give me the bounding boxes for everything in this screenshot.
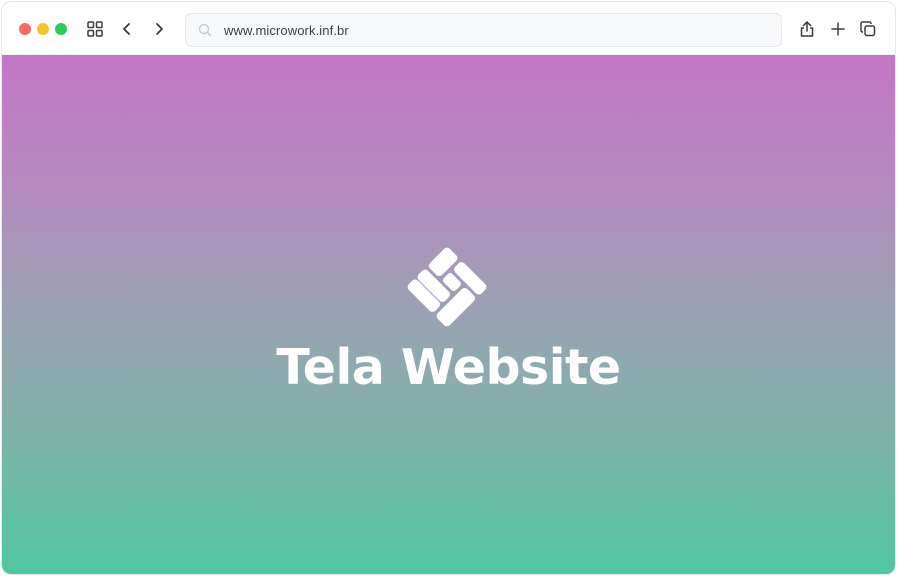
copy-icon[interactable] xyxy=(859,20,877,38)
site-logo-icon xyxy=(403,243,491,331)
grid-icon[interactable] xyxy=(86,20,104,38)
url-text[interactable]: www.microwork.inf.br xyxy=(224,23,349,38)
browser-toolbar: www.microwork.inf.br xyxy=(2,2,895,55)
chevron-right-icon[interactable] xyxy=(150,20,168,38)
maximize-window-button[interactable] xyxy=(55,23,67,35)
share-icon[interactable] xyxy=(798,20,816,38)
chevron-left-icon[interactable] xyxy=(118,20,136,38)
search-icon xyxy=(197,22,213,38)
page-title: Tela Website xyxy=(276,339,621,396)
close-window-button[interactable] xyxy=(19,23,31,35)
window-controls xyxy=(19,23,67,35)
browser-window: www.microwork.inf.br Tela Website xyxy=(1,1,896,575)
minimize-window-button[interactable] xyxy=(37,23,49,35)
page-content: Tela Website xyxy=(2,55,895,574)
address-bar[interactable]: www.microwork.inf.br xyxy=(185,13,782,47)
plus-icon[interactable] xyxy=(829,20,847,38)
